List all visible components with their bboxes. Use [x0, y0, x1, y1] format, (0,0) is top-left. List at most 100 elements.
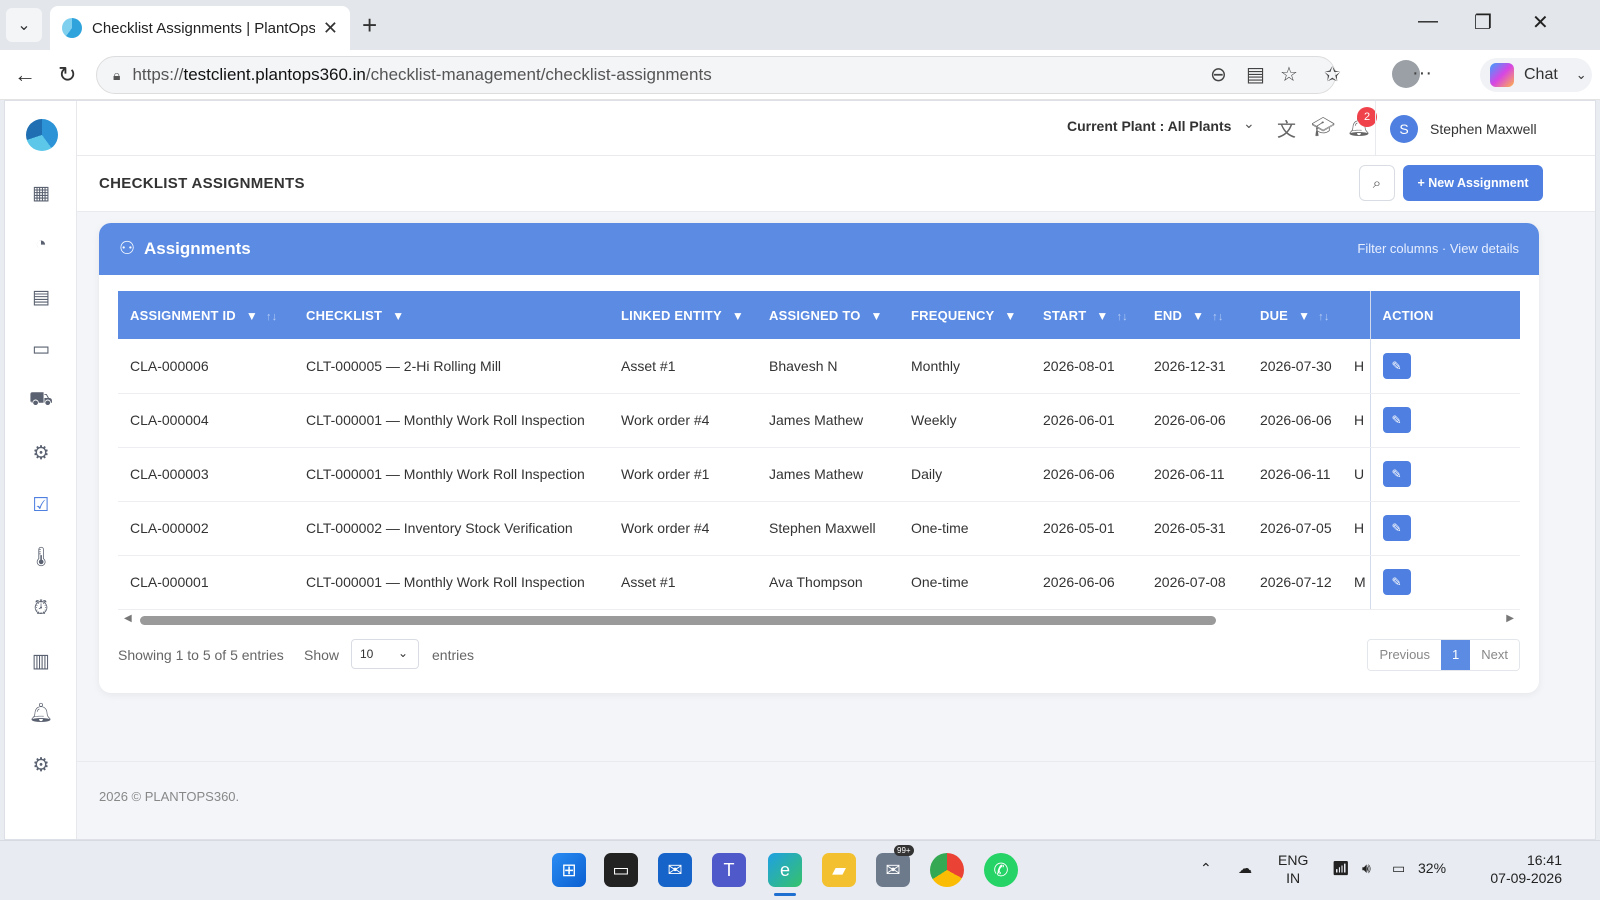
sort-icon[interactable]: ↑↓	[266, 311, 277, 323]
refresh-icon[interactable]: ↻	[58, 62, 76, 88]
edit-button[interactable]: ✎	[1382, 461, 1411, 487]
wifi-icon[interactable]: 📶︎	[1332, 859, 1350, 877]
filter-view-links[interactable]: Filter columns · View details	[1357, 241, 1519, 256]
cloud-icon[interactable]: ☁	[1238, 859, 1252, 877]
more-options-icon[interactable]: ···	[1412, 62, 1432, 85]
favorites-icon[interactable]: ✩	[1324, 62, 1341, 87]
close-window-button[interactable]: ✕	[1532, 10, 1549, 35]
page-size-select[interactable]: 10 ⌄	[351, 639, 419, 669]
graduation-cap-icon[interactable]: 🎓︎	[1311, 115, 1335, 139]
edit-button[interactable]: ✎	[1382, 352, 1411, 379]
previous-button[interactable]: Previous	[1368, 640, 1442, 670]
header-partial	[1354, 291, 1370, 339]
back-icon[interactable]: ←	[14, 62, 36, 88]
browser-tab[interactable]: Checklist Assignments | PlantOps ✕	[50, 6, 350, 50]
truck-icon[interactable]: ⛟	[27, 387, 55, 415]
new-tab-button[interactable]: +	[362, 10, 377, 41]
header-assigned-to[interactable]: ASSIGNED TO ▼	[757, 291, 899, 339]
filter-icon[interactable]: ▼	[1004, 309, 1016, 323]
header-assignment-id[interactable]: ASSIGNMENT ID ▼ ↑↓	[118, 291, 294, 339]
tray-chevron-icon[interactable]: ⌃	[1200, 859, 1212, 877]
zoom-icon[interactable]: ⊖	[1210, 62, 1227, 87]
filter-icon[interactable]: ▼	[1192, 309, 1204, 323]
outlook-icon[interactable]: ✉	[658, 853, 692, 887]
tab-list-button[interactable]: ⌄	[6, 8, 42, 42]
search-button[interactable]: ⌕	[1359, 165, 1395, 201]
mail-icon[interactable]: ✉	[876, 853, 910, 887]
start-date-cell: 2026-05-01	[1031, 501, 1142, 556]
user-check-icon: ⚇	[119, 238, 136, 258]
reader-icon[interactable]: ▤	[1246, 62, 1265, 87]
calendar-icon[interactable]: ▭	[27, 335, 55, 363]
copilot-chat-button[interactable]: Chat ⌄	[1480, 58, 1592, 92]
document-icon[interactable]: ▤	[27, 283, 55, 311]
linked-entity-cell: Asset #1	[609, 339, 757, 394]
scrollbar-thumb[interactable]	[140, 616, 1216, 625]
card-title: Assignments	[144, 239, 251, 258]
checklist-cell: CLT-000002 — Inventory Stock Verificatio…	[294, 501, 609, 556]
volume-icon[interactable]: 🔊︎	[1362, 859, 1371, 877]
battery-icon[interactable]: ▭	[1392, 859, 1405, 877]
start-icon[interactable]: ⊞	[552, 853, 586, 887]
task-view-icon[interactable]: ▭	[604, 853, 638, 887]
current-plant-selector[interactable]: Current Plant : All Plants	[1067, 118, 1231, 134]
file-settings-icon[interactable]: ⚙	[27, 439, 55, 467]
sort-icon[interactable]: ↑↓	[1116, 311, 1127, 323]
assignments-table-container[interactable]: ASSIGNMENT ID ▼ ↑↓ CHECKLIST ▼ LINKED ENTIT…	[118, 291, 1520, 611]
filter-icon[interactable]: ▼	[871, 309, 883, 323]
sort-icon[interactable]: ↑↓	[1318, 311, 1329, 323]
frequency-cell: Monthly	[899, 339, 1031, 394]
filter-icon[interactable]: ▼	[732, 309, 744, 323]
start-date-cell: 2026-08-01	[1031, 339, 1142, 394]
sort-icon[interactable]: ↑↓	[1212, 311, 1223, 323]
header-checklist[interactable]: CHECKLIST ▼	[294, 291, 609, 339]
filter-icon[interactable]: ▼	[392, 309, 404, 323]
edit-button[interactable]: ✎	[1382, 569, 1411, 595]
filter-icon[interactable]: ▼	[1096, 309, 1108, 323]
header-end[interactable]: END ▼ ↑↓	[1142, 291, 1248, 339]
edit-button[interactable]: ✎	[1382, 407, 1411, 433]
due-date-cell: 2026-06-06	[1248, 393, 1354, 448]
chrome-icon[interactable]	[930, 853, 964, 887]
scroll-left-icon[interactable]: ◀	[124, 613, 132, 624]
teams-icon[interactable]: T	[712, 853, 746, 887]
header-linked-entity[interactable]: LINKED ENTITY ▼	[609, 291, 757, 339]
chevron-down-icon[interactable]: ⌄	[1243, 115, 1255, 132]
whatsapp-icon[interactable]: ✆	[984, 853, 1018, 887]
address-bar[interactable]: 🔒︎ https://testclient.plantops360.in/che…	[96, 56, 1336, 94]
file-explorer-icon[interactable]: ▰	[822, 853, 856, 887]
minimize-button[interactable]: —	[1418, 10, 1438, 33]
header-frequency[interactable]: FREQUENCY ▼	[899, 291, 1031, 339]
dashboard-icon[interactable]: ▦	[27, 179, 55, 207]
edge-icon[interactable]: e	[768, 853, 802, 887]
header-start[interactable]: START ▼ ↑↓	[1031, 291, 1142, 339]
favorite-star-icon[interactable]: ☆	[1280, 62, 1298, 87]
edit-button[interactable]: ✎	[1382, 515, 1411, 541]
new-assignment-button[interactable]: + New Assignment	[1403, 165, 1543, 201]
report-icon[interactable]: ▥	[27, 647, 55, 675]
scroll-right-icon[interactable]: ▶	[1506, 613, 1514, 624]
translate-icon[interactable]: 文	[1277, 115, 1296, 142]
checklist-icon[interactable]: ☑	[27, 491, 55, 519]
user-menu[interactable]: S Stephen Maxwell	[1375, 101, 1595, 156]
language-indicator[interactable]: ENG IN	[1278, 851, 1308, 887]
assigned-to-cell: Ava Thompson	[757, 555, 899, 610]
close-tab-icon[interactable]: ✕	[323, 18, 338, 39]
thermometer-icon[interactable]: 🌡︎	[27, 543, 55, 571]
filter-icon[interactable]: ▼	[1298, 309, 1310, 323]
horizontal-scrollbar[interactable]: ◀ ▶	[118, 613, 1520, 627]
header-due[interactable]: DUE ▼ ↑↓	[1248, 291, 1354, 339]
gauge-icon[interactable]: ◔	[27, 231, 55, 259]
bell-icon[interactable]: 🔔︎	[27, 699, 55, 727]
truncated-cell: U	[1354, 447, 1370, 502]
plantops-logo[interactable]	[26, 119, 58, 151]
next-button[interactable]: Next	[1470, 640, 1519, 670]
page-1-button[interactable]: 1	[1441, 640, 1471, 670]
clock[interactable]: 16:41 07-09-2026	[1466, 851, 1562, 887]
restore-button[interactable]: ❐	[1474, 10, 1492, 35]
settings-icon[interactable]: ⚙	[27, 751, 55, 779]
assigned-to-cell: James Mathew	[757, 447, 899, 502]
alarm-icon[interactable]: ⏰︎	[27, 595, 55, 623]
pencil-icon: ✎	[1391, 467, 1402, 481]
filter-icon[interactable]: ▼	[246, 309, 258, 323]
